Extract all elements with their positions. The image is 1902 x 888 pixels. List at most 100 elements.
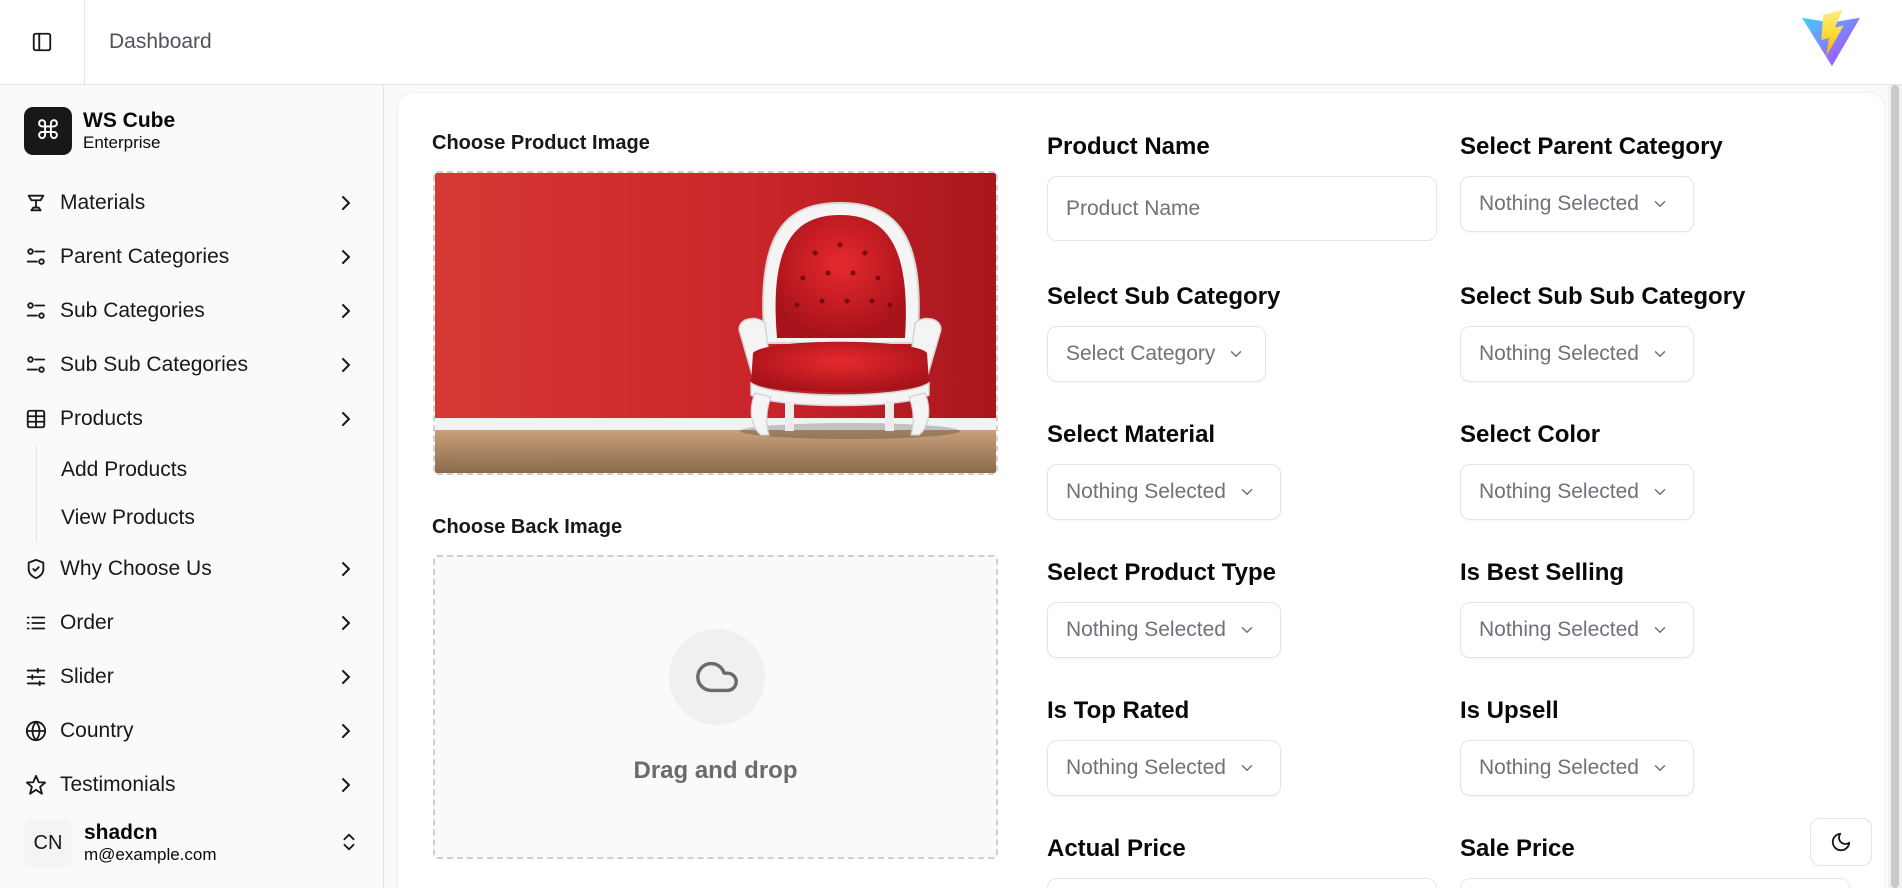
- products-submenu: Add Products View Products: [36, 446, 384, 542]
- sidebar-nav: Materials Parent Categories Sub Categori…: [0, 176, 384, 812]
- chevron-right-icon: [342, 358, 350, 372]
- scrollbar-thumb[interactable]: [1891, 85, 1899, 888]
- upsell-select[interactable]: Nothing Selected: [1460, 740, 1694, 796]
- select-value: Nothing Selected: [1066, 756, 1226, 779]
- chevron-down-icon: [1654, 351, 1666, 357]
- sidebar-item-label: Sub Sub Categories: [60, 353, 248, 376]
- sidebar-item-testimonials[interactable]: Testimonials: [0, 758, 384, 812]
- sliders-icon: [24, 665, 48, 689]
- sidebar-item-materials[interactable]: Materials: [0, 176, 384, 230]
- category-icon: [24, 299, 48, 323]
- parent-category-select[interactable]: Nothing Selected: [1460, 176, 1694, 232]
- chevron-down-icon: [1654, 489, 1666, 495]
- cloud-icon: [696, 661, 738, 693]
- user-email: m@example.com: [84, 845, 217, 864]
- top-rated-label: Is Top Rated: [1047, 697, 1190, 724]
- material-select[interactable]: Nothing Selected: [1047, 464, 1281, 520]
- shield-icon: [24, 557, 48, 581]
- theme-toggle-button[interactable]: [1810, 818, 1872, 866]
- sub-sub-category-label: Select Sub Sub Category: [1460, 283, 1746, 310]
- select-value: Nothing Selected: [1479, 618, 1639, 641]
- sidebar-item-slider[interactable]: Slider: [0, 650, 384, 704]
- back-image-dropzone[interactable]: Drag and drop: [433, 555, 998, 859]
- list-icon: [24, 611, 48, 635]
- sidebar-item-sub-categories[interactable]: Sub Categories: [0, 284, 384, 338]
- sidebar: ⌘ WS Cube Enterprise Materials Parent Ca…: [0, 85, 384, 888]
- select-value: Nothing Selected: [1066, 618, 1226, 641]
- category-icon: [24, 353, 48, 377]
- moon-icon: [1831, 832, 1851, 852]
- sidebar-item-label: Products: [60, 407, 143, 430]
- product-image-preview: [435, 173, 996, 473]
- team-plan: Enterprise: [83, 133, 161, 152]
- top-rated-select[interactable]: Nothing Selected: [1047, 740, 1281, 796]
- chevron-down-icon: [1654, 627, 1666, 633]
- product-type-select[interactable]: Nothing Selected: [1047, 602, 1281, 658]
- chevron-right-icon: [342, 670, 350, 684]
- user-menu[interactable]: CN shadcn m@example.com: [24, 813, 360, 873]
- chevron-down-icon: [1241, 489, 1253, 495]
- select-value: Nothing Selected: [1479, 342, 1639, 365]
- sidebar-item-label: Slider: [60, 665, 114, 688]
- breadcrumb[interactable]: Dashboard: [109, 30, 212, 54]
- select-value: Nothing Selected: [1479, 192, 1639, 215]
- sidebar-item-label: Materials: [60, 191, 146, 214]
- back-image-label: Choose Back Image: [432, 516, 623, 538]
- chevron-right-icon: [342, 724, 350, 738]
- sidebar-item-parent-categories[interactable]: Parent Categories: [0, 230, 384, 284]
- sidebar-item-label: Country: [60, 719, 134, 742]
- material-icon: [24, 191, 48, 215]
- sub-sub-category-select[interactable]: Nothing Selected: [1460, 326, 1694, 382]
- drag-drop-text: Drag and drop: [633, 757, 798, 784]
- sidebar-item-label: Order: [60, 611, 114, 634]
- sidebar-item-order[interactable]: Order: [0, 596, 384, 650]
- material-label: Select Material: [1047, 421, 1216, 448]
- sidebar-item-sub-sub-categories[interactable]: Sub Sub Categories: [0, 338, 384, 392]
- chevron-down-icon: [1241, 765, 1253, 771]
- submenu-item-add-products[interactable]: Add Products: [61, 446, 384, 494]
- sale-price-label: Sale Price: [1460, 835, 1575, 862]
- category-icon: [24, 245, 48, 269]
- chevron-right-icon: [342, 412, 350, 426]
- team-switcher[interactable]: ⌘ WS Cube Enterprise: [24, 107, 175, 155]
- chevron-right-icon: [342, 562, 350, 576]
- chevron-down-icon: [1241, 627, 1253, 633]
- select-value: Select Category: [1066, 342, 1216, 365]
- upload-circle: [669, 629, 765, 725]
- product-name-input[interactable]: [1047, 176, 1437, 241]
- actual-price-input[interactable]: [1047, 878, 1437, 888]
- sub-category-label: Select Sub Category: [1047, 283, 1281, 310]
- panel-left-icon: [32, 32, 52, 52]
- sidebar-item-products[interactable]: Products: [0, 392, 384, 446]
- sidebar-item-why-choose-us[interactable]: Why Choose Us: [0, 542, 384, 596]
- upsell-label: Is Upsell: [1460, 697, 1559, 724]
- chevron-right-icon: [342, 778, 350, 792]
- best-selling-select[interactable]: Nothing Selected: [1460, 602, 1694, 658]
- product-name-label: Product Name: [1047, 133, 1210, 160]
- color-select[interactable]: Nothing Selected: [1460, 464, 1694, 520]
- command-icon: ⌘: [24, 107, 72, 155]
- chevron-down-icon: [1654, 765, 1666, 771]
- avatar: CN: [24, 819, 72, 867]
- product-image-label: Choose Product Image: [432, 132, 650, 154]
- product-image-dropzone[interactable]: [433, 171, 998, 475]
- team-name: WS Cube: [83, 109, 176, 132]
- chevron-right-icon: [342, 304, 350, 318]
- sub-category-select[interactable]: Select Category: [1047, 326, 1266, 382]
- sidebar-toggle-button[interactable]: [0, 0, 85, 85]
- parent-category-label: Select Parent Category: [1460, 133, 1723, 160]
- chevron-right-icon: [342, 196, 350, 210]
- chevrons-up-down-icon: [343, 833, 355, 851]
- sale-price-input[interactable]: [1460, 878, 1850, 888]
- best-selling-label: Is Best Selling: [1460, 559, 1625, 586]
- globe-icon: [24, 719, 48, 743]
- select-value: Nothing Selected: [1479, 480, 1639, 503]
- sidebar-item-country[interactable]: Country: [0, 704, 384, 758]
- scrollbar[interactable]: [1888, 85, 1902, 888]
- vite-logo-icon: [1801, 9, 1861, 67]
- user-name: shadcn: [84, 821, 158, 844]
- star-icon: [24, 773, 48, 797]
- chevron-down-icon: [1231, 351, 1242, 357]
- submenu-item-view-products[interactable]: View Products: [61, 494, 384, 542]
- top-header: Dashboard: [0, 0, 1902, 85]
